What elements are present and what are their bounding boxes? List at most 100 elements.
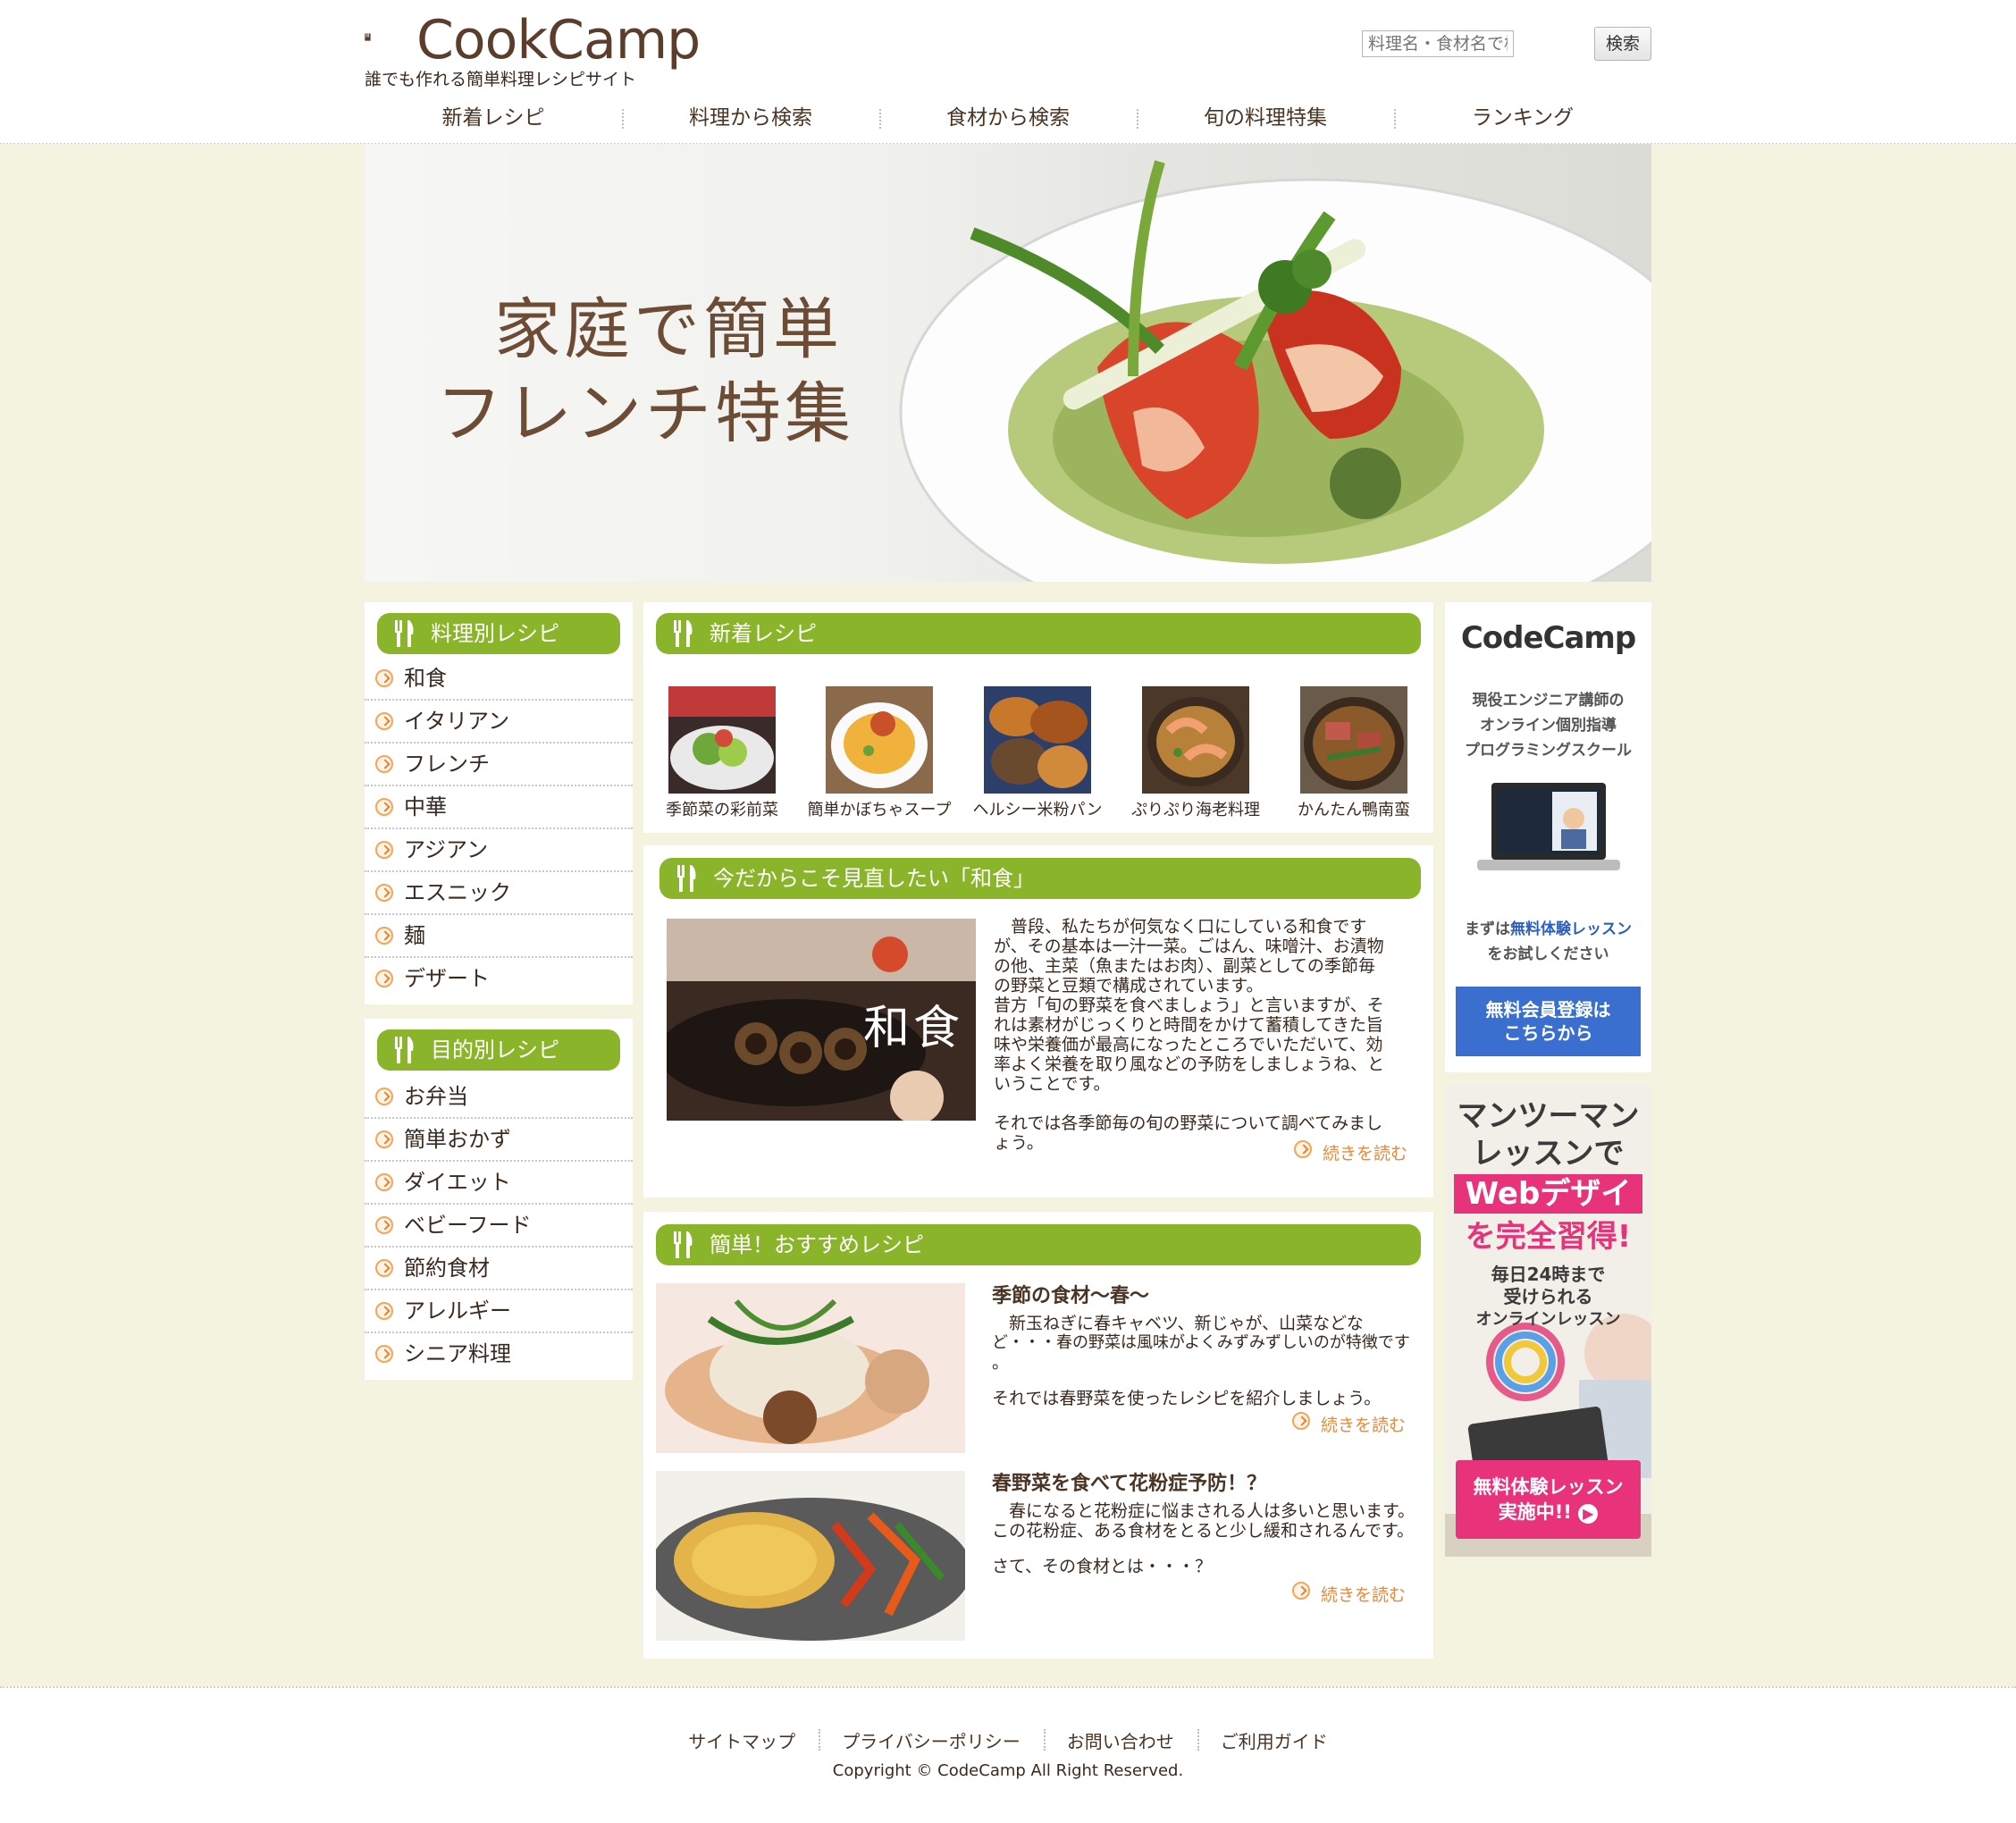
fork-knife-icon [674, 620, 693, 647]
recipe-thumb-label[interactable]: 簡単かぼちゃスープ [799, 797, 960, 820]
new-recipes-panel: 新着レシピ 季節菜の彩前菜 簡単かぼちゃスープ ヘルシー米粉パン ぷりぷり海老料… [643, 602, 1433, 833]
sidebar-purpose-heading-text: 目的別レシピ [431, 1038, 559, 1063]
chevron-circle-icon [375, 1302, 393, 1320]
article-title[interactable]: 季節の食材〜春〜 [992, 1280, 1149, 1308]
chevron-circle-icon [375, 1130, 393, 1148]
text-line: プログラミングスクール [1465, 742, 1632, 760]
sidebar-item-ethnic[interactable]: エスニック [365, 872, 633, 915]
fork-knife-logo-icon[interactable] [365, 13, 411, 63]
sidebar-item-label: ベビーフード [404, 1213, 532, 1238]
washoku-image: 和食 [667, 919, 976, 1121]
sidebar-item-label: シニア料理 [404, 1341, 511, 1366]
sidebar-item-allergy[interactable]: アレルギー [365, 1290, 633, 1333]
chevron-circle-icon [375, 798, 393, 816]
chevron-circle-icon [375, 1345, 393, 1363]
hero-banner[interactable]: 家庭で簡単 フレンチ特集 [365, 144, 1651, 582]
nav-item-new-recipes[interactable]: 新着レシピ [365, 100, 622, 136]
text-line: の野菜と豆類で構成されています。 [994, 976, 1264, 996]
chevron-circle-icon [375, 884, 393, 902]
sidebar-item-noodles[interactable]: 麺 [365, 915, 633, 958]
washoku-heading-text: 今だからこそ見直したい「和食」 [713, 866, 1035, 891]
new-recipes-heading: 新着レシピ [656, 613, 1421, 654]
washoku-paragraph: 普段、私たちが何気なく口にしている和食です が、その基本は一汁一菜。ごはん、味噌… [994, 917, 1423, 1153]
read-more-label: 続きを読む [1321, 1585, 1407, 1605]
ad2-details: 毎日24時まで 受けられる オンラインレッスン [1445, 1264, 1651, 1331]
codecamp-ad[interactable]: CodeCamp 現役エンジニア講師の オンライン個別指導 プログラミングスクー… [1445, 602, 1651, 1072]
chevron-circle-icon [1294, 1140, 1312, 1158]
sidebar-item-easy-side-dish[interactable]: 簡単おかず [365, 1119, 633, 1162]
search-input[interactable] [1362, 30, 1514, 57]
sidebar-item-diet[interactable]: ダイエット [365, 1162, 633, 1205]
new-recipes-heading-text: 新着レシピ [710, 621, 817, 646]
article-title[interactable]: 春野菜を食べて花粉症予防！？ [992, 1467, 1266, 1496]
recipe-thumb-shrimp[interactable] [1142, 686, 1249, 794]
text-line: この花粉症、ある食材をとると少し緩和されるんです。 [992, 1521, 1415, 1541]
read-more-label: 続きを読む [1321, 1416, 1407, 1435]
free-signup-button[interactable]: 無料会員登録は こちらから [1456, 987, 1641, 1056]
text-line: いうことです。 [994, 1074, 1111, 1094]
web-design-lesson-ad[interactable]: マンツーマン レッスンで Webデザイン を完全習得! 毎日24時まで 受けられ… [1445, 1085, 1651, 1557]
button-line: 無料会員登録は [1485, 999, 1611, 1021]
site-footer: サイトマップ プライバシーポリシー お問い合わせ ご利用ガイド Copyright ©… [0, 1686, 2016, 1823]
sidebar-item-label: 簡単おかず [404, 1127, 511, 1152]
sidebar-cuisine-list: 和食 イタリアン フレンチ 中華 アジアン エスニック 麺 デザート [365, 658, 633, 999]
article-image-spring[interactable] [656, 1283, 965, 1453]
recommended-heading-text: 簡単！おすすめレシピ [710, 1232, 924, 1257]
sidebar-item-baby-food[interactable]: ベビーフード [365, 1205, 633, 1248]
sidebar-item-budget[interactable]: 節約食材 [365, 1248, 633, 1290]
sidebar-item-bento[interactable]: お弁当 [365, 1076, 633, 1119]
read-more-label: 続きを読む [1323, 1144, 1408, 1164]
text-line: それでは各季節毎の旬の野菜について調べてみまし [994, 1113, 1383, 1133]
nav-item-ranking[interactable]: ランキング [1394, 100, 1651, 136]
footer-link-guide[interactable]: ご利用ガイド [1197, 1727, 1351, 1753]
recipe-thumb-label[interactable]: かんたん鴨南蛮 [1273, 797, 1434, 820]
footer-link-privacy[interactable]: プライバシーポリシー [819, 1727, 1044, 1753]
footer-link-sitemap[interactable]: サイトマップ [665, 1727, 819, 1753]
nav-item-seasonal-feature[interactable]: 旬の料理特集 [1137, 100, 1394, 136]
recipe-thumb-duck-noodle[interactable] [1300, 686, 1407, 794]
chevron-circle-icon [1292, 1582, 1310, 1600]
washoku-image-caption: 和食 [863, 1002, 964, 1055]
recipe-thumb-label[interactable]: ヘルシー米粉パン [957, 797, 1118, 820]
washoku-read-more-link[interactable]: 続きを読む [1294, 1140, 1408, 1164]
sidebar-item-senior[interactable]: シニア料理 [365, 1333, 633, 1374]
sidebar-item-label: フレンチ [404, 752, 490, 777]
fork-knife-icon [677, 865, 696, 892]
recipe-thumb-label[interactable]: ぷりぷり海老料理 [1115, 797, 1276, 820]
text-line: が、その基本は一汁一菜。ごはん、味噌汁、お漬物 [994, 937, 1384, 956]
article-image-pollen[interactable] [656, 1471, 965, 1641]
fork-knife-icon [395, 620, 414, 647]
site-logo-text[interactable]: CookCamp [416, 9, 701, 71]
sidebar-item-label: アレルギー [404, 1298, 511, 1323]
search-button[interactable]: 検索 [1594, 27, 1651, 61]
sidebar-purpose-heading: 目的別レシピ [377, 1029, 620, 1071]
recipe-thumb-pumpkin-soup[interactable] [826, 686, 933, 794]
sidebar-item-label: 和食 [404, 666, 447, 691]
chevron-circle-icon [1292, 1412, 1310, 1430]
footer-links: サイトマップ プライバシーポリシー お問い合わせ ご利用ガイド [0, 1727, 2016, 1753]
text-line: 現役エンジニア講師の [1472, 692, 1625, 710]
text-line: 昔方「旬の野菜を食べましょう」と言いますが、そ [994, 996, 1384, 1015]
article-read-more-link[interactable]: 続きを読む [1292, 1412, 1407, 1436]
sidebar-item-washoku[interactable]: 和食 [365, 658, 633, 701]
sidebar-item-french[interactable]: フレンチ [365, 743, 633, 786]
fork-knife-icon [395, 1037, 414, 1063]
sidebar-item-italian[interactable]: イタリアン [365, 701, 633, 743]
sidebar-item-asian[interactable]: アジアン [365, 829, 633, 872]
chevron-circle-icon [375, 1173, 393, 1191]
nav-item-search-by-dish[interactable]: 料理から検索 [622, 100, 879, 136]
recipe-thumb-label[interactable]: 季節菜の彩前菜 [642, 797, 802, 820]
recipe-thumb-appetizer[interactable] [668, 686, 776, 794]
footer-link-contact[interactable]: お問い合わせ [1043, 1727, 1197, 1753]
free-trial-lesson-button[interactable]: 無料体験レッスン 実施中!! ▶ [1456, 1460, 1641, 1539]
nav-item-search-by-ingredient[interactable]: 食材から検索 [879, 100, 1137, 136]
recipe-thumb-rice-bread[interactable] [984, 686, 1091, 794]
text-line: さて、その食材とは・・・？ [992, 1557, 1213, 1576]
article-read-more-link[interactable]: 続きを読む [1292, 1582, 1407, 1606]
sidebar-item-dessert[interactable]: デザート [365, 958, 633, 999]
sidebar-item-chinese[interactable]: 中華 [365, 786, 633, 829]
chevron-circle-icon [375, 1088, 393, 1105]
text-line: マンツーマン [1457, 1098, 1640, 1134]
text-line: ど・・・春の野菜は風味がよくみずみずしいのが特徴です [992, 1333, 1410, 1352]
